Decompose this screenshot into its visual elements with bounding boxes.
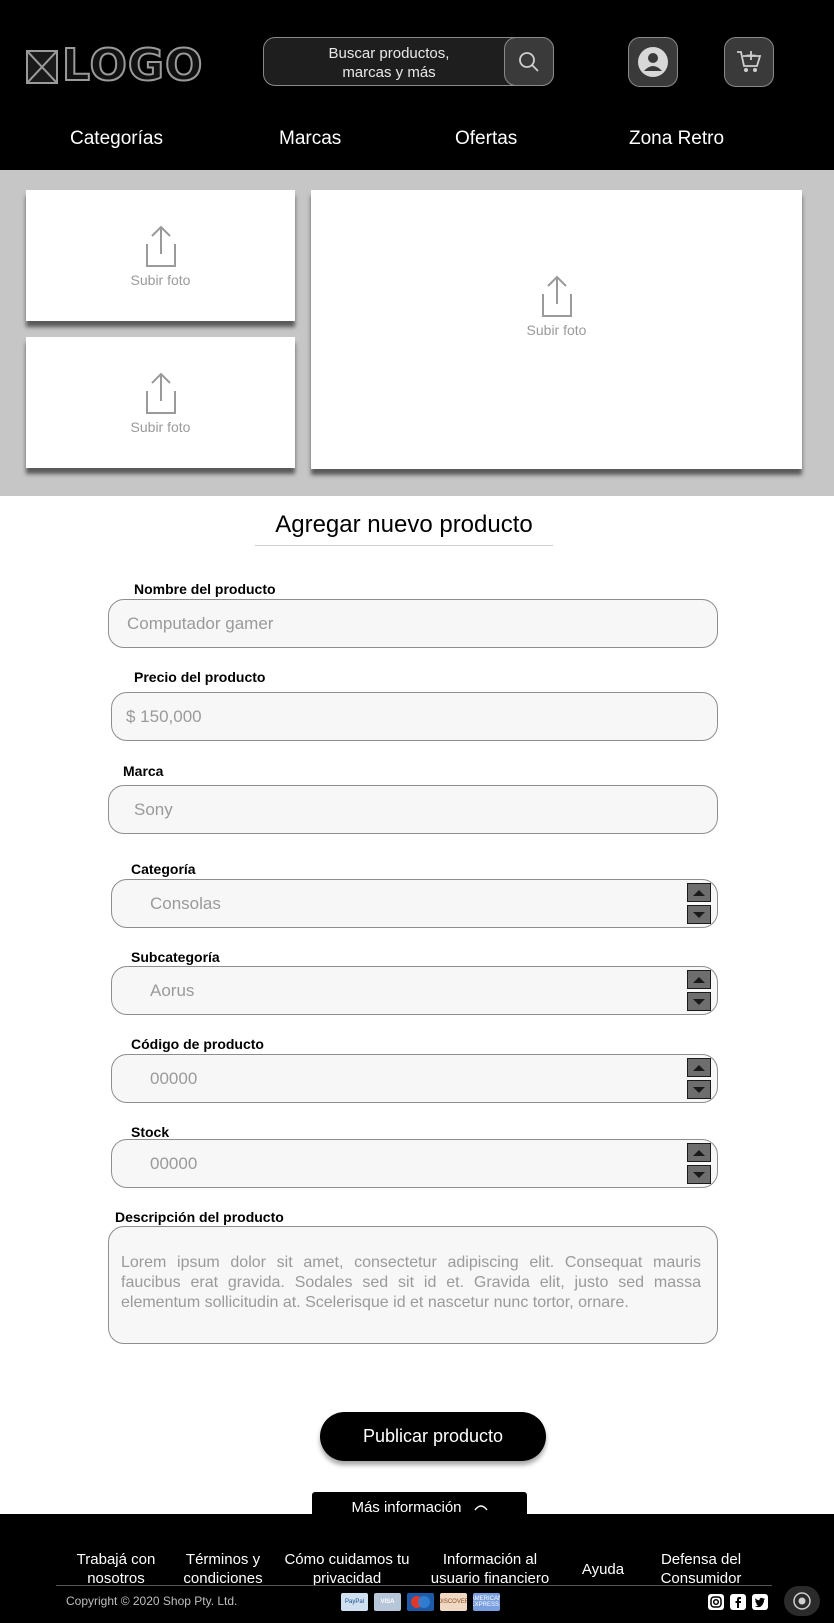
category-select[interactable]: Consolas — [111, 879, 718, 928]
product-price-field[interactable]: $ 150,000 — [111, 692, 718, 741]
nav-marcas[interactable]: Marcas — [279, 128, 341, 150]
visa-icon: VISA — [374, 1593, 401, 1611]
step-up-button[interactable] — [687, 1143, 711, 1162]
category-label: Categoría — [131, 861, 196, 877]
chevron-up-icon — [693, 1149, 705, 1156]
step-down-button[interactable] — [687, 1080, 711, 1099]
photo-upload-area: Subir foto Subir foto Subir foto — [0, 170, 834, 496]
chevron-up-icon — [693, 976, 705, 983]
category-value[interactable]: Consolas — [150, 880, 221, 927]
step-up-button[interactable] — [687, 883, 711, 902]
chevron-down-icon — [693, 1086, 705, 1093]
chevron-down-icon — [693, 1171, 705, 1178]
logo-image-placeholder — [26, 50, 58, 84]
step-up-button[interactable] — [687, 1058, 711, 1077]
whatsapp-icon — [793, 1592, 811, 1610]
product-price-label: Precio del producto — [134, 669, 266, 685]
upload-icon — [145, 225, 176, 267]
stock-field[interactable]: 00000 — [111, 1139, 718, 1188]
search-button[interactable] — [504, 37, 554, 86]
stock-label: Stock — [131, 1124, 170, 1140]
chevron-down-icon — [693, 998, 705, 1005]
account-button[interactable] — [628, 37, 678, 87]
brand-label: Marca — [123, 763, 164, 779]
nav-zona-retro[interactable]: Zona Retro — [629, 128, 724, 150]
facebook-icon[interactable] — [730, 1594, 746, 1610]
subcategory-value[interactable]: Aorus — [150, 967, 194, 1014]
product-code-input[interactable]: 00000 — [150, 1055, 197, 1102]
product-code-stepper[interactable] — [687, 1058, 711, 1100]
search-input[interactable]: Buscar productos, marcas y más — [304, 44, 474, 82]
footer-link-defensa[interactable]: Defensa del Consumidor — [645, 1550, 757, 1588]
upload-icon — [541, 275, 572, 317]
product-code-label: Código de producto — [131, 1036, 264, 1052]
product-name-label: Nombre del producto — [134, 581, 276, 597]
logo[interactable]: LOGO — [26, 39, 220, 92]
search-bar[interactable]: Buscar productos, marcas y más — [263, 37, 554, 86]
description-textarea[interactable]: Lorem ipsum dolor sit amet, consectetur … — [108, 1226, 718, 1344]
nav-ofertas[interactable]: Ofertas — [455, 128, 517, 150]
search-icon — [519, 51, 539, 72]
footer-divider — [56, 1585, 772, 1586]
paypal-icon: PayPal — [341, 1593, 368, 1611]
publish-button[interactable]: Publicar producto — [320, 1412, 546, 1461]
chevron-up-icon — [473, 1505, 488, 1511]
footer-link-terminos[interactable]: Términos y condiciones — [175, 1550, 271, 1588]
upload-label: Subir foto — [526, 322, 587, 338]
photo-upload-slot-1[interactable]: Subir foto — [26, 190, 295, 321]
footer-link-usuario-financiero[interactable]: Información al usuario financiero — [424, 1550, 556, 1588]
photo-upload-slot-2[interactable]: Subir foto — [26, 337, 295, 468]
amex-icon: AMERICAN EXPRESS — [473, 1593, 500, 1611]
chevron-up-icon — [693, 1064, 705, 1071]
page-title: Agregar nuevo producto — [255, 511, 553, 546]
twitter-icon[interactable] — [752, 1594, 768, 1610]
add-to-cart-icon — [737, 51, 762, 72]
maestro-icon — [407, 1593, 434, 1611]
step-down-button[interactable] — [687, 1165, 711, 1184]
nav-categorias[interactable]: Categorías — [70, 128, 163, 150]
step-down-button[interactable] — [687, 905, 711, 924]
description-input[interactable]: Lorem ipsum dolor sit amet, consectetur … — [121, 1253, 701, 1313]
more-info-toggle[interactable]: Más información — [312, 1492, 527, 1522]
product-name-field[interactable]: Computador gamer — [108, 599, 718, 648]
description-label: Descripción del producto — [115, 1209, 284, 1225]
logo-text: LOGO — [61, 39, 204, 92]
subcategory-stepper[interactable] — [687, 970, 711, 1012]
more-info-label: Más información — [351, 1498, 462, 1516]
step-down-button[interactable] — [687, 992, 711, 1011]
chevron-up-icon — [693, 889, 705, 896]
footer-link-ayuda[interactable]: Ayuda — [578, 1560, 628, 1579]
upload-label: Subir foto — [130, 418, 191, 435]
copyright: Copyright © 2020 Shop Pty. Ltd. — [66, 1594, 238, 1608]
footer: Trabajá con nosotros Términos y condicio… — [0, 1514, 834, 1623]
photo-upload-main[interactable]: Subir foto — [311, 190, 802, 469]
cart-button[interactable] — [724, 37, 774, 87]
stock-stepper[interactable] — [687, 1143, 711, 1185]
product-code-field[interactable]: 00000 — [111, 1054, 718, 1103]
stock-input[interactable]: 00000 — [150, 1140, 197, 1187]
product-name-input[interactable]: Computador gamer — [127, 600, 273, 647]
instagram-icon[interactable] — [708, 1594, 724, 1610]
user-icon — [638, 47, 668, 77]
discover-icon: DISCOVER — [440, 1593, 467, 1611]
chevron-down-icon — [693, 911, 705, 918]
chat-button[interactable] — [784, 1586, 820, 1616]
brand-field[interactable]: Sony — [108, 785, 718, 834]
step-up-button[interactable] — [687, 970, 711, 989]
upload-label: Subir foto — [130, 271, 191, 288]
header: LOGO Buscar productos, marcas y más Cate… — [0, 0, 834, 170]
product-price-input[interactable]: $ 150,000 — [126, 693, 202, 740]
footer-link-privacidad[interactable]: Cómo cuidamos tu privacidad — [283, 1550, 411, 1588]
brand-input[interactable]: Sony — [134, 786, 173, 833]
footer-link-trabaja[interactable]: Trabajá con nosotros — [66, 1550, 166, 1588]
category-stepper[interactable] — [687, 883, 711, 925]
upload-icon — [145, 372, 176, 414]
subcategory-select[interactable]: Aorus — [111, 966, 718, 1015]
subcategory-label: Subcategoría — [131, 949, 220, 965]
